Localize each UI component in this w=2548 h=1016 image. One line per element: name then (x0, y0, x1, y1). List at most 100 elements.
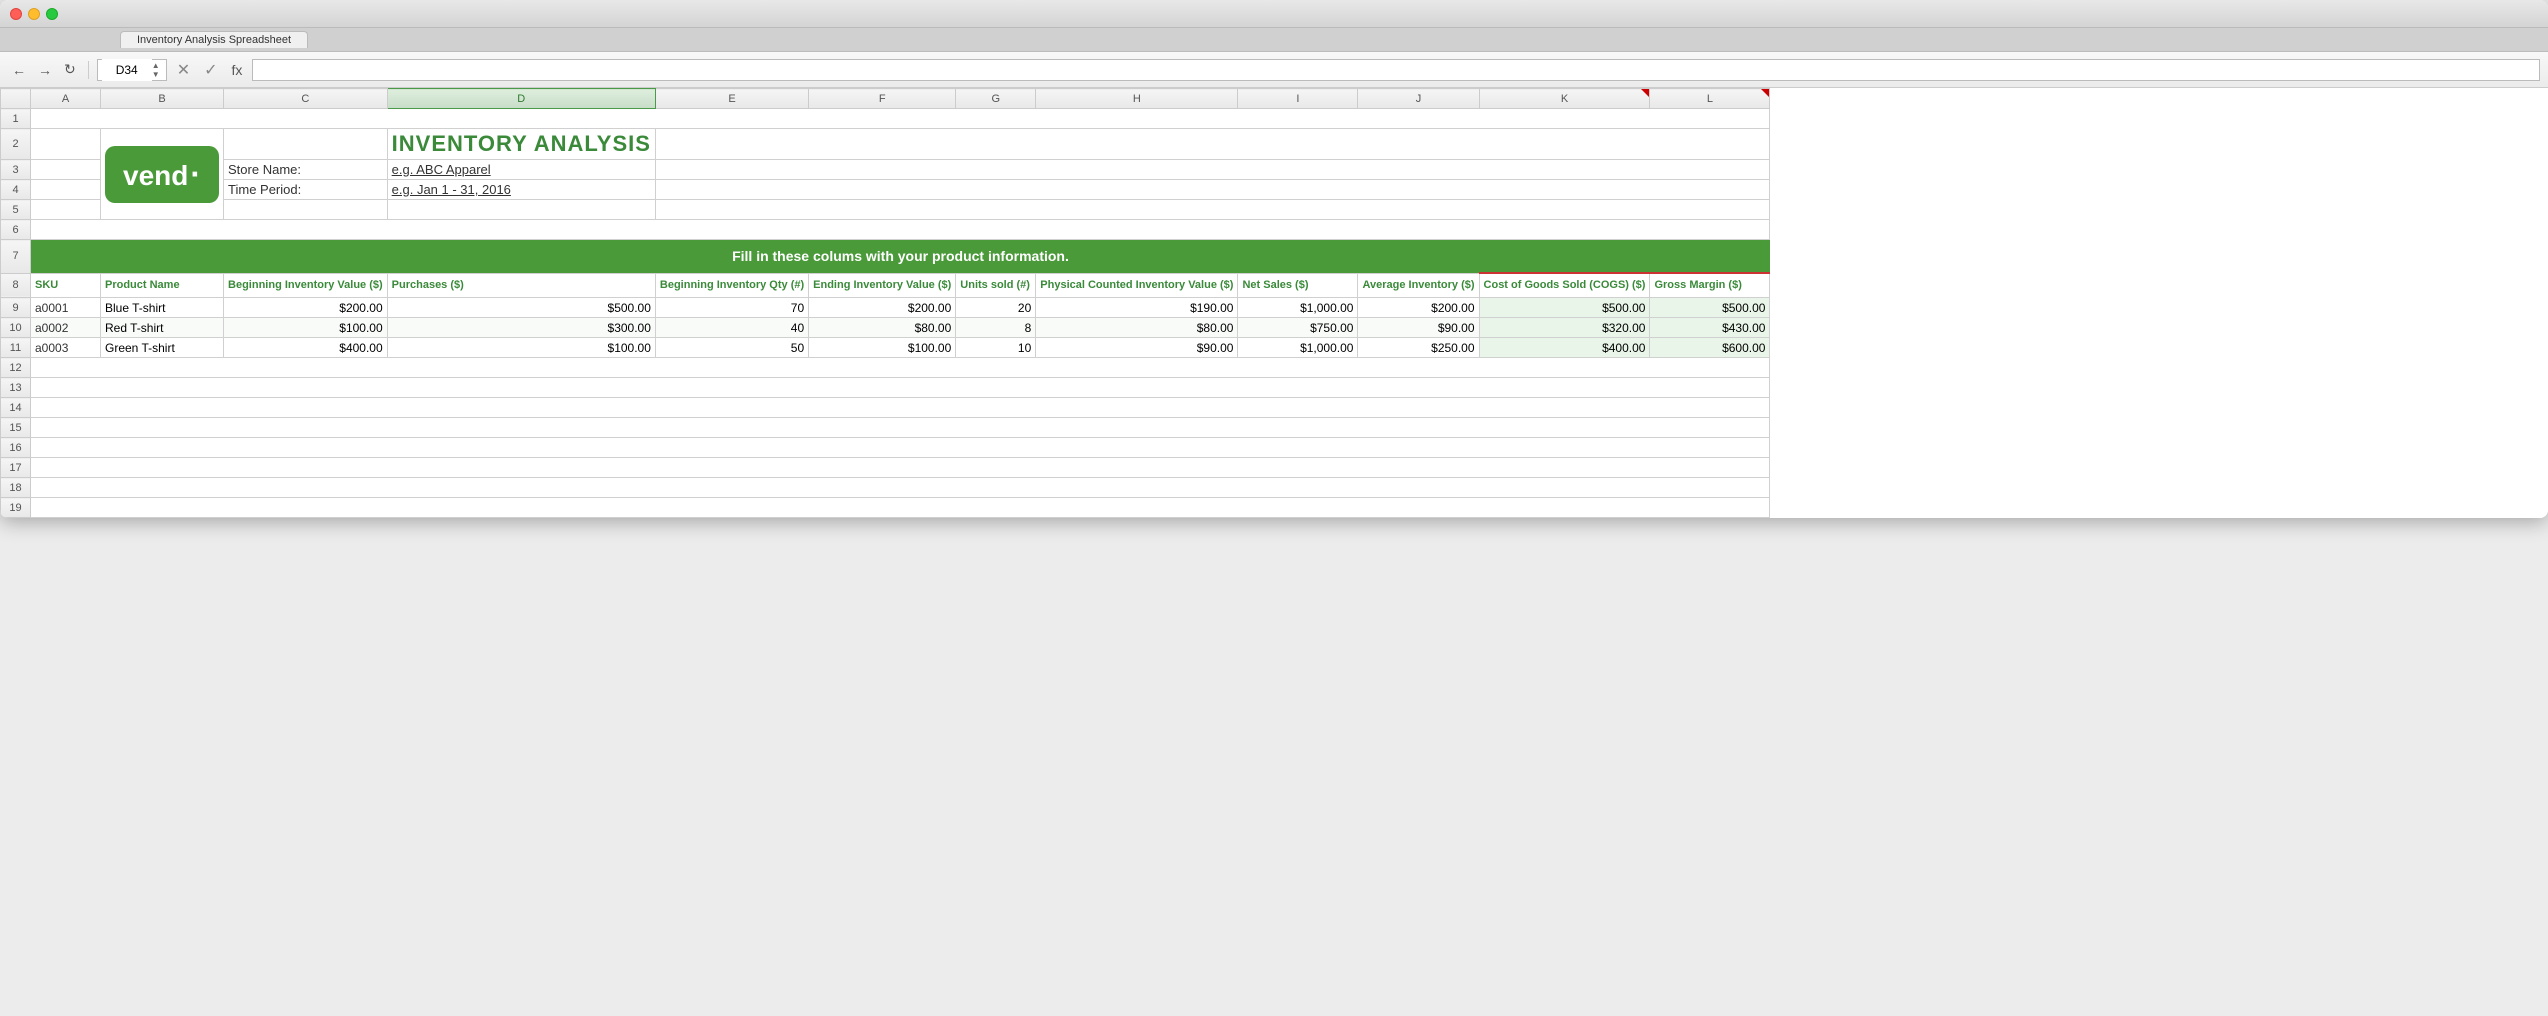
vend-logo: vend (105, 146, 219, 203)
cell-sku-10[interactable]: a0002 (31, 318, 101, 338)
cell-units-11[interactable]: 10 (956, 338, 1036, 358)
col-header-biq[interactable]: Beginning Inventory Qty (#) (655, 273, 808, 298)
cell-purchases-9[interactable]: $500.00 (387, 298, 655, 318)
cell-eiv-9[interactable]: $200.00 (809, 298, 956, 318)
col-header-sku[interactable]: SKU (31, 273, 101, 298)
cell-ref-arrows[interactable]: ▲▼ (152, 61, 160, 79)
cell-pciv-10[interactable]: $80.00 (1036, 318, 1238, 338)
col-header-J[interactable]: J (1358, 89, 1479, 109)
col-header-E[interactable]: E (655, 89, 808, 109)
cell-avginv-9[interactable]: $200.00 (1358, 298, 1479, 318)
col-header-product-name[interactable]: Product Name (101, 273, 224, 298)
table-row: 11 a0003 Green T-shirt $400.00 $100.00 5… (1, 338, 1770, 358)
col-header-purchases[interactable]: Purchases ($) (387, 273, 655, 298)
cell-5-D[interactable] (387, 200, 655, 220)
cell-cogs-9[interactable]: $500.00 (1479, 298, 1650, 318)
cell-13[interactable] (31, 378, 1770, 398)
cell-units-10[interactable]: 8 (956, 318, 1036, 338)
cell-12[interactable] (31, 358, 1770, 378)
cell-purchases-10[interactable]: $300.00 (387, 318, 655, 338)
formula-input[interactable] (252, 59, 2540, 81)
cell-pciv-11[interactable]: $90.00 (1036, 338, 1238, 358)
cell-gm-11[interactable]: $600.00 (1650, 338, 1770, 358)
cell-19[interactable] (31, 498, 1770, 518)
cell-3-C[interactable]: Store Name: (224, 160, 388, 180)
cell-4-A[interactable] (31, 180, 101, 200)
cell-3-A[interactable] (31, 160, 101, 180)
cell-gm-9[interactable]: $500.00 (1650, 298, 1770, 318)
cell-14[interactable] (31, 398, 1770, 418)
cell-2-rest[interactable] (655, 129, 1770, 160)
cell-biv-9[interactable]: $200.00 (224, 298, 388, 318)
col-header-gross-margin[interactable]: Gross Margin ($) (1650, 273, 1770, 298)
cell-netsales-11[interactable]: $1,000.00 (1238, 338, 1358, 358)
col-header-biv[interactable]: Beginning Inventory Value ($) (224, 273, 388, 298)
cell-4-rest[interactable] (655, 180, 1770, 200)
forward-button[interactable]: → (34, 60, 56, 80)
col-header-net-sales[interactable]: Net Sales ($) (1238, 273, 1358, 298)
close-button[interactable] (10, 8, 22, 20)
col-header-F[interactable]: F (809, 89, 956, 109)
col-header-D[interactable]: D (387, 89, 655, 109)
cell-18[interactable] (31, 478, 1770, 498)
cell-sku-11[interactable]: a0003 (31, 338, 101, 358)
col-header-H[interactable]: H (1036, 89, 1238, 109)
cell-netsales-10[interactable]: $750.00 (1238, 318, 1358, 338)
col-header-pciv[interactable]: Physical Counted Inventory Value ($) (1036, 273, 1238, 298)
cell-product-10[interactable]: Red T-shirt (101, 318, 224, 338)
cell-6-empty[interactable] (31, 220, 1770, 240)
col-header-I[interactable]: I (1238, 89, 1358, 109)
cell-2-C[interactable] (224, 129, 388, 160)
cell-product-11[interactable]: Green T-shirt (101, 338, 224, 358)
cell-17[interactable] (31, 458, 1770, 478)
col-header-eiv[interactable]: Ending Inventory Value ($) (809, 273, 956, 298)
cell-product-9[interactable]: Blue T-shirt (101, 298, 224, 318)
cell-sku-9[interactable]: a0001 (31, 298, 101, 318)
cell-units-9[interactable]: 20 (956, 298, 1036, 318)
refresh-button[interactable]: ↻ (60, 59, 80, 80)
cell-4-D[interactable]: e.g. Jan 1 - 31, 2016 (387, 180, 655, 200)
col-header-avg-inv[interactable]: Average Inventory ($) (1358, 273, 1479, 298)
back-button[interactable]: ← (8, 60, 30, 80)
cell-cogs-11[interactable]: $400.00 (1479, 338, 1650, 358)
cell-reference-input[interactable] (102, 59, 152, 81)
col-header-B[interactable]: B (101, 89, 224, 109)
cell-5-C[interactable] (224, 200, 388, 220)
cell-avginv-10[interactable]: $90.00 (1358, 318, 1479, 338)
confirm-formula-button[interactable]: ✓ (200, 58, 221, 82)
cell-3-rest[interactable] (655, 160, 1770, 180)
cell-3-D[interactable]: e.g. ABC Apparel (387, 160, 655, 180)
col-header-K[interactable]: K (1479, 89, 1650, 109)
cell-4-C[interactable]: Time Period: (224, 180, 388, 200)
spreadsheet-tab[interactable]: Inventory Analysis Spreadsheet (120, 31, 308, 48)
cell-2-D-title[interactable]: INVENTORY ANALYSIS (387, 129, 655, 160)
cell-1-empty[interactable] (31, 109, 1770, 129)
col-header-cogs[interactable]: Cost of Goods Sold (COGS) ($) (1479, 273, 1650, 298)
cell-purchases-11[interactable]: $100.00 (387, 338, 655, 358)
cell-biq-11[interactable]: 50 (655, 338, 808, 358)
cell-5-rest[interactable] (655, 200, 1770, 220)
cell-16[interactable] (31, 438, 1770, 458)
col-header-C[interactable]: C (224, 89, 388, 109)
cell-eiv-10[interactable]: $80.00 (809, 318, 956, 338)
cell-gm-10[interactable]: $430.00 (1650, 318, 1770, 338)
col-header-A[interactable]: A (31, 89, 101, 109)
cell-biv-10[interactable]: $100.00 (224, 318, 388, 338)
col-header-L[interactable]: L (1650, 89, 1770, 109)
cell-pciv-9[interactable]: $190.00 (1036, 298, 1238, 318)
cell-2-A[interactable] (31, 129, 101, 160)
cell-biv-11[interactable]: $400.00 (224, 338, 388, 358)
maximize-button[interactable] (46, 8, 58, 20)
cell-5-A[interactable] (31, 200, 101, 220)
cell-cogs-10[interactable]: $320.00 (1479, 318, 1650, 338)
cell-eiv-11[interactable]: $100.00 (809, 338, 956, 358)
cancel-formula-button[interactable]: ✕ (173, 58, 194, 82)
cell-15[interactable] (31, 418, 1770, 438)
cell-biq-10[interactable]: 40 (655, 318, 808, 338)
cell-biq-9[interactable]: 70 (655, 298, 808, 318)
col-header-G[interactable]: G (956, 89, 1036, 109)
cell-netsales-9[interactable]: $1,000.00 (1238, 298, 1358, 318)
col-header-units-sold[interactable]: Units sold (#) (956, 273, 1036, 298)
minimize-button[interactable] (28, 8, 40, 20)
cell-avginv-11[interactable]: $250.00 (1358, 338, 1479, 358)
